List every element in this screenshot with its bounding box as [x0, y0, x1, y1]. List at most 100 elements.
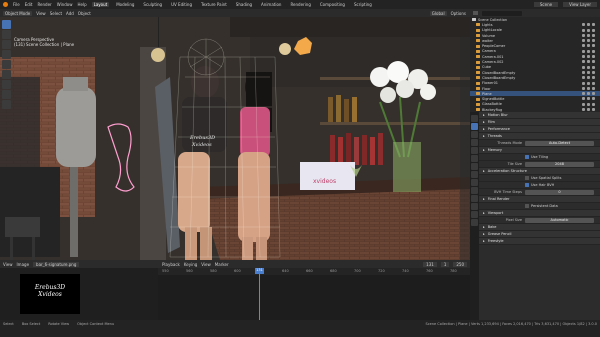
timeline-ruler[interactable]: 550 560 580 600 640 660 680 700 720 740 … [158, 268, 470, 275]
viewport-menu-add[interactable]: Add [66, 11, 74, 16]
camera-render-icon[interactable] [592, 49, 595, 53]
exclude-checkbox-icon[interactable] [582, 33, 585, 37]
data-tab-icon[interactable] [471, 203, 478, 210]
current-frame-field[interactable]: 131 [423, 261, 437, 267]
camera-render-icon[interactable] [592, 92, 595, 96]
constraints-tab-icon[interactable] [471, 195, 478, 202]
menu-window[interactable]: Window [57, 2, 73, 7]
checkbox[interactable] [525, 176, 529, 180]
3d-viewport[interactable]: xvideos Erebus3D Xvideos Camera Perspect… [0, 17, 470, 260]
material-tab-icon[interactable] [471, 211, 478, 218]
eye-icon[interactable] [587, 28, 590, 32]
eye-icon[interactable] [587, 39, 590, 43]
workspace-tab-texture-paint[interactable]: Texture Paint [199, 2, 229, 7]
camera-render-icon[interactable] [592, 55, 595, 59]
output-tab-icon[interactable] [471, 131, 478, 138]
eye-icon[interactable] [587, 102, 590, 106]
rotate-tool-icon[interactable] [2, 50, 11, 59]
workspace-tab-rendering[interactable]: Rendering [288, 2, 312, 7]
camera-render-icon[interactable] [592, 44, 595, 48]
move-tool-icon[interactable] [2, 40, 11, 49]
properties-panel[interactable]: ▸ Motion Blur ▸ Film ▸ Performance ▸ Threads Thr… [479, 112, 600, 320]
properties-section-header[interactable]: ▸ Performance [479, 126, 600, 133]
property-field-row[interactable]: Threads Mode Auto-Detect [479, 140, 600, 147]
workspace-tab-layout[interactable]: Layout [91, 2, 110, 7]
eye-icon[interactable] [587, 92, 590, 96]
exclude-checkbox-icon[interactable] [582, 86, 585, 90]
eye-icon[interactable] [587, 70, 590, 74]
render-tab-icon[interactable] [471, 123, 478, 130]
object-tab-icon[interactable] [471, 163, 478, 170]
timeline-area[interactable] [158, 268, 470, 320]
camera-render-icon[interactable] [592, 108, 595, 112]
eye-icon[interactable] [587, 86, 590, 90]
property-value-field[interactable]: Auto-Detect [525, 140, 594, 146]
eye-icon[interactable] [587, 60, 590, 64]
properties-section-header[interactable]: ▸ Bake [479, 224, 600, 231]
exclude-checkbox-icon[interactable] [582, 102, 585, 106]
checkbox[interactable] [525, 183, 529, 187]
exclude-checkbox-icon[interactable] [582, 49, 585, 53]
menu-edit[interactable]: Edit [25, 2, 33, 7]
scene-tab-icon[interactable] [471, 147, 478, 154]
workspace-tab-modeling[interactable]: Modeling [114, 2, 136, 7]
properties-section-header[interactable]: ▸ Final Render [479, 196, 600, 203]
workspace-tab-uv-editing[interactable]: UV Editing [169, 2, 194, 7]
viewport-menu-view[interactable]: View [36, 11, 46, 16]
property-field-row[interactable]: Tile Size 2048 [479, 161, 600, 168]
modifier-tab-icon[interactable] [471, 171, 478, 178]
workspace-tab-animation[interactable]: Animation [259, 2, 283, 7]
property-checkbox-row[interactable]: Use Spatial Splits [479, 175, 600, 182]
eye-icon[interactable] [587, 44, 590, 48]
property-checkbox-row[interactable]: Use Tiling [479, 154, 600, 161]
property-checkbox-row[interactable]: Persistent Data [479, 203, 600, 210]
cursor-tool-icon[interactable] [2, 30, 11, 39]
properties-section-header[interactable]: ▸ Threads [479, 133, 600, 140]
eye-icon[interactable] [587, 23, 590, 27]
viewport-menu-object[interactable]: Object [78, 11, 91, 16]
properties-section-header[interactable]: ▸ Motion Blur [479, 112, 600, 119]
eye-icon[interactable] [587, 55, 590, 59]
image-editor-menu-view[interactable]: View [3, 262, 13, 267]
eye-icon[interactable] [587, 65, 590, 69]
property-field-row[interactable]: BVH Time Steps 0 [479, 189, 600, 196]
camera-render-icon[interactable] [592, 76, 595, 80]
image-filename-field[interactable]: bar_6-signature.png [33, 261, 80, 267]
workspace-tab-compositing[interactable]: Compositing [318, 2, 347, 7]
property-value-field[interactable]: 0 [525, 189, 594, 195]
options-dropdown[interactable]: Options [451, 11, 466, 16]
exclude-checkbox-icon[interactable] [582, 97, 585, 101]
end-frame-field[interactable]: 250 [453, 261, 467, 267]
checkbox[interactable] [525, 204, 529, 208]
view-layer-selector[interactable]: View Layer [563, 2, 597, 7]
outliner-filter-icon[interactable] [473, 11, 478, 15]
properties-section-header[interactable]: ▸ Grease Pencil [479, 231, 600, 238]
timeline-playhead[interactable] [259, 268, 260, 320]
outliner-search-input[interactable] [482, 10, 522, 16]
select-box-tool-icon[interactable] [2, 20, 11, 29]
workspace-tab-sculpting[interactable]: Sculpting [141, 2, 164, 7]
physics-tab-icon[interactable] [471, 187, 478, 194]
mode-dropdown[interactable]: Object Mode [3, 10, 33, 16]
eye-icon[interactable] [587, 33, 590, 37]
scene-selector[interactable]: Scene [533, 2, 559, 7]
eye-icon[interactable] [587, 108, 590, 112]
camera-render-icon[interactable] [592, 86, 595, 90]
eye-icon[interactable] [587, 76, 590, 80]
exclude-checkbox-icon[interactable] [582, 44, 585, 48]
measure-tool-icon[interactable] [2, 90, 11, 99]
camera-render-icon[interactable] [592, 60, 595, 64]
menu-file[interactable]: File [13, 2, 20, 7]
menu-render[interactable]: Render [37, 2, 51, 7]
annotate-tool-icon[interactable] [2, 80, 11, 89]
properties-section-header[interactable]: ▸ Acceleration Structure [479, 168, 600, 175]
particles-tab-icon[interactable] [471, 179, 478, 186]
exclude-checkbox-icon[interactable] [582, 108, 585, 112]
camera-render-icon[interactable] [592, 28, 595, 32]
property-field-row[interactable]: Pixel Size Automatic [479, 217, 600, 224]
properties-section-header[interactable]: ▸ Film [479, 119, 600, 126]
timeline-menu-marker[interactable]: Marker [215, 262, 229, 267]
eye-icon[interactable] [587, 49, 590, 53]
exclude-checkbox-icon[interactable] [582, 28, 585, 32]
exclude-checkbox-icon[interactable] [582, 23, 585, 27]
